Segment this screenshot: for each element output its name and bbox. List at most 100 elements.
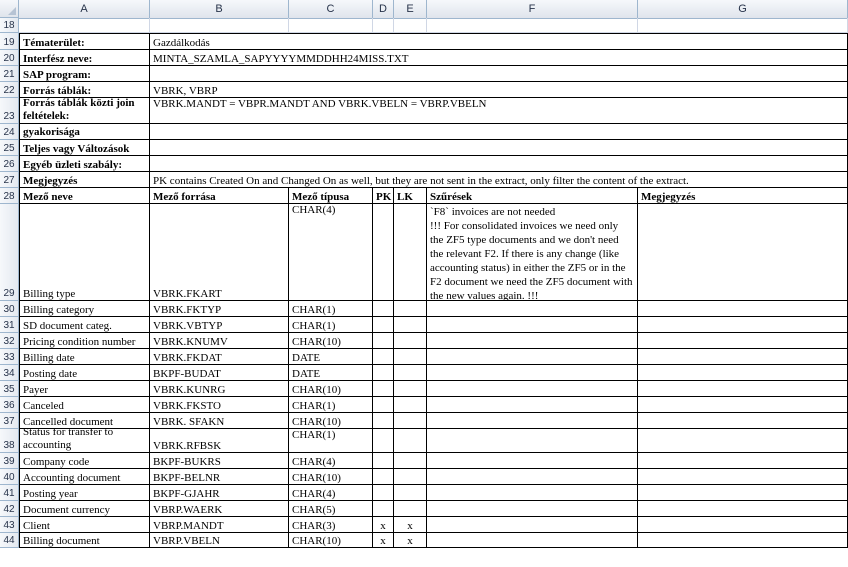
cell-g29[interactable] [638,204,848,301]
cell-f34[interactable] [427,365,638,381]
cell-a39[interactable]: Company code [19,453,150,469]
cell-f44[interactable] [427,533,638,548]
cell-d35[interactable] [373,381,394,397]
cell-b32[interactable]: VBRK.KNUMV [150,333,289,349]
cell-a18[interactable] [19,18,150,33]
row-header-20[interactable]: 20 [0,50,19,66]
row-header-27[interactable]: 27 [0,172,19,188]
row-header-43[interactable]: 43 [0,517,19,533]
cell-e37[interactable] [394,413,427,429]
row-header-39[interactable]: 39 [0,453,19,469]
cell-b19-merged[interactable]: Gazdálkodás [150,33,848,50]
cell-g37[interactable] [638,413,848,429]
cell-b34[interactable]: BKPF-BUDAT [150,365,289,381]
cell-a27[interactable]: Megjegyzés [19,172,150,188]
cell-d38[interactable] [373,429,394,453]
cell-f37[interactable] [427,413,638,429]
cell-f41[interactable] [427,485,638,501]
cell-c42[interactable]: CHAR(5) [289,501,373,517]
cell-e43[interactable]: x [394,517,427,533]
cell-d30[interactable] [373,301,394,317]
cell-g42[interactable] [638,501,848,517]
cell-f29[interactable]: `F8` invoices are not needed !!! For con… [427,204,638,301]
cell-d37[interactable] [373,413,394,429]
cell-b42[interactable]: VBRP.WAERK [150,501,289,517]
cell-f39[interactable] [427,453,638,469]
cell-g33[interactable] [638,349,848,365]
row-header-24[interactable]: 24 [0,124,19,140]
row-header-36[interactable]: 36 [0,397,19,413]
column-header-a[interactable]: A [19,0,150,18]
cell-e28[interactable]: LK [394,188,427,204]
row-header-34[interactable]: 34 [0,365,19,381]
cell-c29[interactable]: CHAR(4) [289,204,373,301]
cell-a26[interactable]: Egyéb üzleti szabály: [19,156,150,172]
cell-d34[interactable] [373,365,394,381]
column-header-e[interactable]: E [394,0,427,18]
cell-a40[interactable]: Accounting document [19,469,150,485]
row-header-26[interactable]: 26 [0,156,19,172]
cell-c32[interactable]: CHAR(10) [289,333,373,349]
column-header-b[interactable]: B [150,0,289,18]
cell-g31[interactable] [638,317,848,333]
cell-b38[interactable]: VBRK.RFBSK [150,429,289,453]
cell-c36[interactable]: CHAR(1) [289,397,373,413]
cell-g18[interactable] [638,18,848,33]
cell-c41[interactable]: CHAR(4) [289,485,373,501]
cell-a33[interactable]: Billing date [19,349,150,365]
row-header-38[interactable]: 38 [0,429,19,453]
cell-a20[interactable]: Interfész neve: [19,50,150,66]
cell-b21-merged[interactable] [150,66,848,82]
row-header-28[interactable]: 28 [0,188,19,204]
column-header-c[interactable]: C [289,0,373,18]
cell-b27-merged[interactable]: PK contains Created On and Changed On as… [150,172,848,188]
row-header-33[interactable]: 33 [0,349,19,365]
cell-g38[interactable] [638,429,848,453]
cell-b20-merged[interactable]: MINTA_SZAMLA_SAPYYYYMMDDHH24MISS.TXT [150,50,848,66]
cell-b44[interactable]: VBRP.VBELN [150,533,289,548]
cell-a22[interactable]: Forrás táblák: [19,82,150,98]
cell-e36[interactable] [394,397,427,413]
cell-a19[interactable]: Tématerület: [19,33,150,50]
cell-c38[interactable]: CHAR(1) [289,429,373,453]
cell-c30[interactable]: CHAR(1) [289,301,373,317]
row-header-37[interactable]: 37 [0,413,19,429]
row-header-19[interactable]: 19 [0,33,19,50]
cell-f38[interactable] [427,429,638,453]
column-header-f[interactable]: F [427,0,638,18]
select-all-corner[interactable] [0,0,19,18]
cell-f31[interactable] [427,317,638,333]
cell-a30[interactable]: Billing category [19,301,150,317]
cell-a32[interactable]: Pricing condition number [19,333,150,349]
cell-f30[interactable] [427,301,638,317]
cell-f28[interactable]: Szűrések [427,188,638,204]
cell-g30[interactable] [638,301,848,317]
cell-e42[interactable] [394,501,427,517]
cell-b37[interactable]: VBRK. SFAKN [150,413,289,429]
cell-e31[interactable] [394,317,427,333]
cell-g36[interactable] [638,397,848,413]
cell-e40[interactable] [394,469,427,485]
cell-b26-merged[interactable] [150,156,848,172]
cell-g39[interactable] [638,453,848,469]
cell-g34[interactable] [638,365,848,381]
row-header-31[interactable]: 31 [0,317,19,333]
cell-b29[interactable]: VBRK.FKART [150,204,289,301]
cell-c35[interactable]: CHAR(10) [289,381,373,397]
cell-d32[interactable] [373,333,394,349]
cell-e29[interactable] [394,204,427,301]
cell-b36[interactable]: VBRK.FKSTO [150,397,289,413]
cell-e30[interactable] [394,301,427,317]
cell-g40[interactable] [638,469,848,485]
cell-a43[interactable]: Client [19,517,150,533]
cell-c37[interactable]: CHAR(10) [289,413,373,429]
cell-e32[interactable] [394,333,427,349]
cell-d43[interactable]: x [373,517,394,533]
cell-a25[interactable]: Teljes vagy Változások [19,140,150,156]
cell-b24-merged[interactable] [150,124,848,140]
cell-e38[interactable] [394,429,427,453]
cell-d28[interactable]: PK [373,188,394,204]
row-header-32[interactable]: 32 [0,333,19,349]
cell-c43[interactable]: CHAR(3) [289,517,373,533]
cell-d41[interactable] [373,485,394,501]
